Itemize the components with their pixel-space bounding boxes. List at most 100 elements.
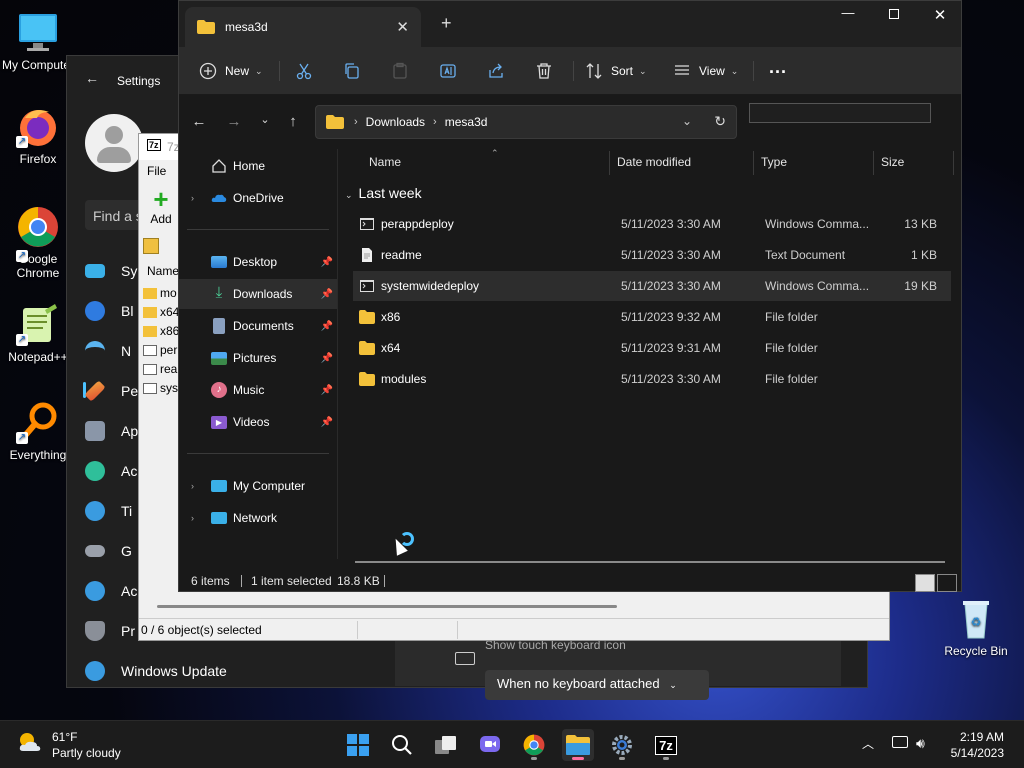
- column-header-date[interactable]: Date modified: [617, 155, 691, 169]
- file-row[interactable]: x64 5/11/2023 9:31 AM File folder: [353, 333, 951, 363]
- sevenzip-menu-file[interactable]: File: [147, 164, 166, 178]
- pane-splitter[interactable]: [337, 149, 338, 559]
- address-dropdown-icon[interactable]: ⌄: [682, 114, 692, 128]
- desktop-icon-my-computer[interactable]: My Computer: [0, 10, 76, 72]
- pin-icon[interactable]: 📌: [321, 353, 333, 364]
- expand-chevron-icon[interactable]: ›: [191, 481, 205, 491]
- more-options-button[interactable]: ...: [769, 57, 787, 85]
- breadcrumb-separator-icon[interactable]: ›: [354, 116, 358, 128]
- forward-arrow-icon[interactable]: →: [224, 113, 244, 133]
- desktop-icon-recycle-bin[interactable]: ♻ Recycle Bin: [936, 596, 1016, 658]
- pin-icon[interactable]: 📌: [321, 289, 333, 300]
- breadcrumb-downloads[interactable]: Downloads: [366, 115, 425, 129]
- group-header[interactable]: ⌄ Last week: [345, 185, 422, 201]
- paste-button[interactable]: [391, 57, 409, 85]
- desktop-icon-chrome[interactable]: ↗ Google Chrome: [0, 204, 76, 280]
- taskbar-clock[interactable]: 2:19 AM 5/14/2023: [951, 729, 1004, 761]
- weather-widget[interactable]: 61°F Partly cloudy: [16, 729, 121, 761]
- nav-item-my-computer[interactable]: › My Computer: [179, 471, 337, 501]
- sevenzip-column-name[interactable]: Name: [147, 264, 179, 278]
- explorer-tab[interactable]: mesa3d ✕: [185, 7, 421, 47]
- chat-button[interactable]: [474, 729, 506, 761]
- back-arrow-icon[interactable]: ←: [85, 70, 99, 86]
- close-tab-icon[interactable]: ✕: [396, 18, 409, 36]
- taskbar-chrome[interactable]: [518, 729, 550, 761]
- sevenzip-row[interactable]: x64: [143, 305, 179, 319]
- column-divider[interactable]: [953, 151, 954, 175]
- sevenzip-row[interactable]: per: [143, 343, 177, 357]
- file-row[interactable]: systemwidedeploy 5/11/2023 3:30 AM Windows…: [353, 271, 951, 301]
- sevenzip-add-button[interactable]: + Add: [143, 186, 179, 226]
- taskbar-file-explorer[interactable]: [562, 729, 594, 761]
- file-row[interactable]: readme 5/11/2023 3:30 AM Text Document 1 KB: [353, 240, 951, 270]
- taskbar-7zip[interactable]: 7z: [650, 729, 682, 761]
- column-divider[interactable]: [753, 151, 754, 175]
- taskbar-search-button[interactable]: [386, 729, 418, 761]
- sevenzip-row[interactable]: sys: [143, 381, 178, 395]
- details-view-icon[interactable]: [915, 574, 935, 592]
- touch-keyboard-dropdown[interactable]: When no keyboard attached ⌄: [485, 670, 709, 700]
- minimize-icon[interactable]: —: [825, 5, 871, 29]
- pin-icon[interactable]: 📌: [321, 385, 333, 396]
- rename-button[interactable]: [439, 57, 457, 85]
- column-divider[interactable]: [609, 151, 610, 175]
- taskbar-settings[interactable]: [606, 729, 638, 761]
- new-tab-icon[interactable]: +: [441, 13, 452, 34]
- nav-item-documents[interactable]: Documents 📌: [179, 311, 337, 341]
- search-input[interactable]: [749, 103, 931, 123]
- new-button[interactable]: New ⌄: [199, 57, 263, 85]
- desktop-icon-everything[interactable]: ↗ Everything: [0, 400, 76, 462]
- sevenzip-scrollbar[interactable]: [157, 605, 617, 608]
- show-hidden-icons-chevron[interactable]: ︿: [862, 735, 874, 752]
- copy-button[interactable]: [343, 57, 361, 85]
- start-button[interactable]: [342, 729, 374, 761]
- column-divider[interactable]: [873, 151, 874, 175]
- cut-button[interactable]: [295, 57, 313, 85]
- refresh-icon[interactable]: ↻: [714, 113, 726, 130]
- pin-icon[interactable]: 📌: [321, 417, 333, 428]
- tiles-view-icon[interactable]: [937, 574, 957, 592]
- display-network-icon[interactable]: [892, 735, 908, 751]
- sevenzip-row[interactable]: rea: [143, 362, 177, 376]
- avatar[interactable]: [85, 114, 143, 172]
- sevenzip-up-icon[interactable]: [143, 238, 159, 254]
- nav-item-desktop[interactable]: Desktop 📌: [179, 247, 337, 277]
- nav-item-videos[interactable]: ▶ Videos 📌: [179, 407, 337, 437]
- column-header-type[interactable]: Type: [761, 155, 787, 169]
- file-row[interactable]: perappdeploy 5/11/2023 3:30 AM Windows Com…: [353, 209, 951, 239]
- breadcrumb-mesa3d[interactable]: mesa3d: [445, 115, 488, 129]
- breadcrumb-separator-icon[interactable]: ›: [433, 116, 437, 128]
- task-view-button[interactable]: [430, 729, 462, 761]
- nav-item-onedrive[interactable]: › OneDrive: [179, 183, 337, 213]
- view-button[interactable]: View ⌄: [673, 57, 738, 85]
- up-arrow-icon[interactable]: ↑: [283, 113, 303, 133]
- column-header-size[interactable]: Size: [881, 155, 904, 169]
- expand-chevron-icon[interactable]: ›: [191, 513, 205, 523]
- close-window-icon[interactable]: ✕: [917, 6, 963, 30]
- sevenzip-row[interactable]: x86: [143, 324, 179, 338]
- nav-item-pictures[interactable]: Pictures 📌: [179, 343, 337, 373]
- column-header-name[interactable]: Name: [369, 155, 401, 169]
- file-row[interactable]: x86 5/11/2023 9:32 AM File folder: [353, 302, 951, 332]
- nav-item-downloads[interactable]: ⤓ Downloads 📌: [179, 279, 337, 309]
- nav-item-home[interactable]: Home: [179, 151, 337, 181]
- nav-item-music[interactable]: ♪ Music 📌: [179, 375, 337, 405]
- recent-chevron-icon[interactable]: ⌄: [255, 113, 275, 133]
- pin-icon[interactable]: 📌: [321, 321, 333, 332]
- expand-chevron-icon[interactable]: ›: [191, 193, 205, 203]
- file-row[interactable]: modules 5/11/2023 3:30 AM File folder: [353, 364, 951, 394]
- sort-button[interactable]: Sort ⌄: [585, 57, 647, 85]
- desktop-icon-notepadpp[interactable]: ↗ Notepad++: [0, 302, 76, 364]
- address-bar[interactable]: › Downloads › mesa3d ⌄ ↻: [315, 105, 737, 139]
- desktop-icon-firefox[interactable]: ↗ Firefox: [0, 104, 76, 166]
- back-arrow-icon[interactable]: ←: [189, 113, 209, 133]
- nav-item-network[interactable]: › Network: [179, 503, 337, 533]
- horizontal-scrollbar[interactable]: [355, 561, 945, 563]
- share-button[interactable]: [487, 57, 505, 85]
- settings-nav-windows-update[interactable]: Windows Update: [85, 654, 285, 688]
- pin-icon[interactable]: 📌: [321, 257, 333, 268]
- volume-icon[interactable]: 🔊︎: [916, 735, 925, 752]
- sevenzip-row[interactable]: mo: [143, 286, 177, 300]
- delete-button[interactable]: [535, 57, 553, 85]
- maximize-icon[interactable]: [871, 7, 917, 31]
